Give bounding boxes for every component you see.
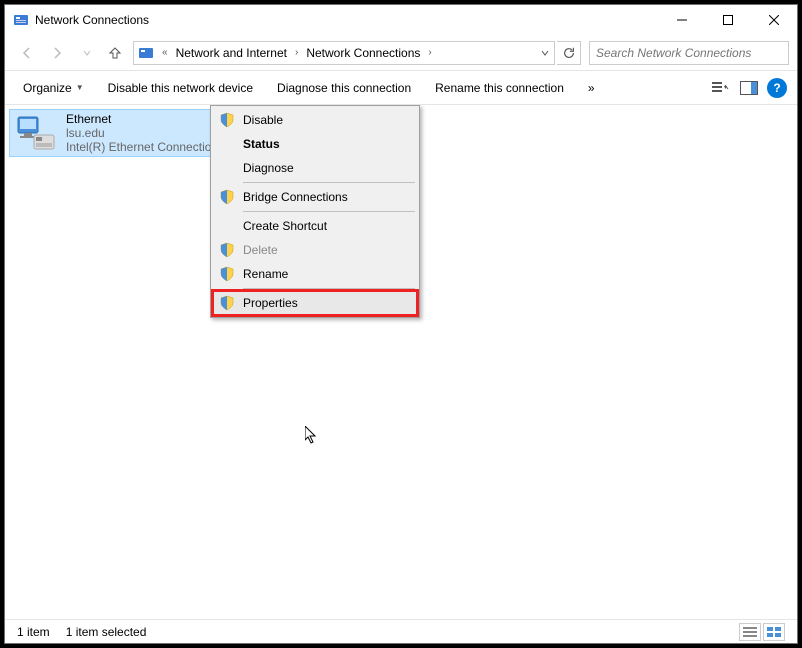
menu-disable[interactable]: Disable	[213, 108, 417, 132]
menu-diagnose[interactable]: Diagnose	[213, 156, 417, 180]
menu-bridge[interactable]: Bridge Connections	[213, 185, 417, 209]
recent-dropdown[interactable]	[73, 39, 101, 67]
rename-button[interactable]: Rename this connection	[425, 77, 574, 99]
details-view-button[interactable]	[739, 623, 761, 641]
window-controls	[659, 5, 797, 35]
menu-delete: Delete	[213, 238, 417, 262]
selection-count: 1 item selected	[66, 625, 147, 639]
adapter-device: Intel(R) Ethernet Connection	[66, 140, 218, 154]
shield-icon	[219, 295, 235, 311]
menu-status[interactable]: Status	[213, 132, 417, 156]
menu-label: Create Shortcut	[243, 219, 327, 233]
address-dropdown[interactable]	[536, 42, 554, 64]
network-adapter-icon	[16, 113, 58, 153]
control-panel-icon	[13, 12, 29, 28]
disable-label: Disable this network device	[108, 81, 253, 95]
titlebar[interactable]: Network Connections	[5, 5, 797, 35]
refresh-button[interactable]	[557, 41, 581, 65]
organize-button[interactable]: Organize ▼	[13, 77, 94, 99]
minimize-button[interactable]	[659, 5, 705, 35]
menu-label: Disable	[243, 113, 283, 127]
menu-separator	[243, 211, 415, 212]
menu-separator	[243, 182, 415, 183]
menu-label: Properties	[243, 296, 298, 310]
adapter-name: Ethernet	[66, 112, 218, 126]
overflow-label: »	[588, 81, 595, 95]
menu-shortcut[interactable]: Create Shortcut	[213, 214, 417, 238]
window-frame: Network Connections	[4, 4, 798, 644]
diagnose-button[interactable]: Diagnose this connection	[267, 77, 421, 99]
adapter-domain: lsu.edu	[66, 126, 218, 140]
menu-label: Rename	[243, 267, 288, 281]
view-options-button[interactable]	[709, 76, 733, 100]
preview-pane-button[interactable]	[737, 76, 761, 100]
shield-icon	[219, 242, 235, 258]
menu-label: Delete	[243, 243, 278, 257]
maximize-button[interactable]	[705, 5, 751, 35]
shield-icon	[219, 112, 235, 128]
adapter-info: Ethernet lsu.edu Intel(R) Ethernet Conne…	[66, 112, 218, 154]
navigation-bar: « Network and Internet › Network Connect…	[5, 35, 797, 71]
window-title: Network Connections	[35, 13, 659, 27]
cursor-icon	[305, 426, 321, 446]
menu-properties[interactable]: Properties	[213, 291, 417, 315]
overflow-button[interactable]: »	[578, 77, 605, 99]
chevron-down-icon: ▼	[76, 83, 84, 92]
forward-button[interactable]	[43, 39, 71, 67]
menu-separator	[243, 288, 415, 289]
disable-device-button[interactable]: Disable this network device	[98, 77, 263, 99]
search-box[interactable]	[589, 41, 789, 65]
menu-label: Bridge Connections	[243, 190, 348, 204]
context-menu: Disable Status Diagnose Bridge Connectio…	[210, 105, 420, 318]
organize-label: Organize	[23, 81, 72, 95]
breadcrumb-seg-2[interactable]: Network Connections	[302, 46, 424, 60]
diagnose-label: Diagnose this connection	[277, 81, 411, 95]
status-bar: 1 item 1 item selected	[5, 619, 797, 643]
menu-rename[interactable]: Rename	[213, 262, 417, 286]
close-button[interactable]	[751, 5, 797, 35]
address-bar[interactable]: « Network and Internet › Network Connect…	[133, 41, 555, 65]
help-button[interactable]: ?	[765, 76, 789, 100]
search-input[interactable]	[596, 46, 782, 60]
breadcrumb-seg-1[interactable]: Network and Internet	[172, 46, 291, 60]
help-icon: ?	[767, 78, 787, 98]
up-button[interactable]	[103, 41, 127, 65]
location-icon	[138, 45, 154, 61]
back-button[interactable]	[13, 39, 41, 67]
shield-icon	[219, 189, 235, 205]
rename-label: Rename this connection	[435, 81, 564, 95]
breadcrumb-prefix[interactable]: «	[158, 47, 172, 58]
menu-label: Status	[243, 137, 280, 151]
command-toolbar: Organize ▼ Disable this network device D…	[5, 71, 797, 105]
chevron-right-icon[interactable]: ›	[424, 47, 435, 58]
content-area[interactable]: Ethernet lsu.edu Intel(R) Ethernet Conne…	[5, 105, 797, 619]
menu-label: Diagnose	[243, 161, 294, 175]
chevron-right-icon[interactable]: ›	[291, 47, 302, 58]
large-icons-view-button[interactable]	[763, 623, 785, 641]
item-count: 1 item	[17, 625, 50, 639]
shield-icon	[219, 266, 235, 282]
